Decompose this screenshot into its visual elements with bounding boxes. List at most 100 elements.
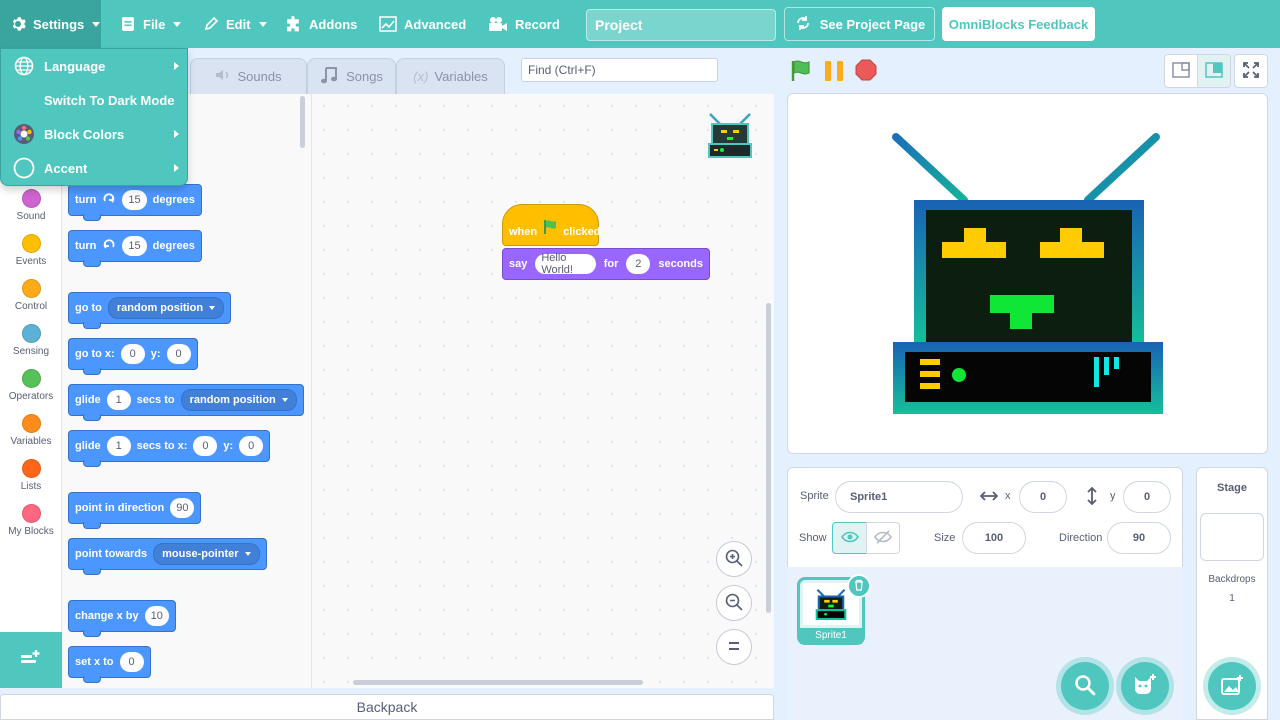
- tab-sounds[interactable]: Sounds: [190, 58, 307, 94]
- degrees-input[interactable]: 15: [122, 236, 147, 256]
- x-position-input[interactable]: 0: [1019, 481, 1067, 513]
- set-x-block[interactable]: set x to 0: [68, 646, 151, 683]
- chevron-down-icon: [209, 306, 216, 310]
- show-sprite-button[interactable]: [832, 522, 867, 554]
- pause-button[interactable]: [822, 60, 846, 85]
- say-message-input[interactable]: Hello World!: [535, 252, 596, 276]
- y-label: y: [1110, 490, 1116, 502]
- glide-to-block[interactable]: glide 1 secs to random position: [68, 384, 304, 421]
- block-text: go to: [75, 302, 102, 314]
- edit-menu-button[interactable]: Edit: [193, 0, 277, 48]
- addons-menu-button[interactable]: Addons: [275, 0, 367, 48]
- category-control[interactable]: Control: [0, 279, 62, 312]
- zoom-in-icon: [724, 548, 744, 571]
- change-x-block[interactable]: change x by 10: [68, 600, 176, 637]
- when-flag-clicked-block[interactable]: when clicked: [502, 204, 600, 246]
- tab-variables[interactable]: (x) Variables: [396, 58, 505, 94]
- chevron-down-icon: [258, 21, 267, 27]
- workspace-vertical-scrollbar[interactable]: [766, 303, 771, 613]
- menu-item-accent[interactable]: Accent: [1, 151, 189, 185]
- direction-input[interactable]: 90: [1107, 522, 1171, 554]
- project-title-input[interactable]: Project: [586, 9, 776, 41]
- point-in-direction-block[interactable]: point in direction 90: [68, 492, 202, 529]
- go-to-dropdown[interactable]: random position: [107, 297, 225, 319]
- secs-input[interactable]: 1: [106, 436, 131, 456]
- my-blocks-category-dot: [21, 504, 41, 523]
- advanced-menu-button[interactable]: Advanced: [369, 0, 476, 48]
- block-text: y:: [223, 440, 234, 452]
- x-value: 0: [1039, 491, 1047, 503]
- category-operators[interactable]: Operators: [0, 369, 62, 402]
- size-input[interactable]: 100: [962, 522, 1026, 554]
- file-menu-button[interactable]: File: [110, 0, 191, 48]
- stop-button[interactable]: [855, 59, 877, 84]
- record-menu-button[interactable]: Record: [478, 0, 570, 48]
- category-my-blocks[interactable]: My Blocks: [0, 504, 62, 537]
- feedback-button[interactable]: OmniBlocks Feedback: [942, 7, 1095, 41]
- menu-item-block-colors[interactable]: Block Colors: [1, 117, 189, 151]
- category-label: Sound: [16, 211, 46, 222]
- go-to-xy-block[interactable]: go to x: 0 y: 0: [68, 338, 198, 375]
- stage-canvas[interactable]: [787, 93, 1268, 454]
- turn-left-block[interactable]: turn 15 degrees: [68, 230, 202, 267]
- sprite-name-input[interactable]: Sprite1: [835, 481, 963, 513]
- see-project-page-button[interactable]: See Project Page: [784, 7, 935, 41]
- music-note-icon: [320, 65, 340, 88]
- tab-songs[interactable]: Songs: [307, 58, 396, 94]
- set-x-input[interactable]: 0: [119, 652, 144, 672]
- category-sound[interactable]: Sound: [0, 189, 62, 222]
- glide-dropdown[interactable]: random position: [180, 389, 297, 411]
- hide-sprite-button[interactable]: [866, 522, 900, 554]
- zoom-reset-button[interactable]: [716, 629, 752, 665]
- point-towards-block[interactable]: point towards mouse-pointer: [68, 538, 267, 575]
- stage-thumbnail[interactable]: [1200, 513, 1264, 561]
- palette-scrollbar[interactable]: [300, 96, 305, 148]
- category-label: Operators: [8, 391, 54, 402]
- category-sensing[interactable]: Sensing: [0, 324, 62, 357]
- size-value: 100: [984, 532, 1004, 544]
- search-sprite-button[interactable]: [1061, 662, 1109, 710]
- zoom-in-button[interactable]: [716, 541, 752, 577]
- category-lists[interactable]: Lists: [0, 459, 62, 492]
- choose-backdrop-button[interactable]: [1208, 662, 1256, 710]
- settings-menu-button[interactable]: Settings: [0, 0, 101, 48]
- workspace-horizontal-scrollbar[interactable]: [353, 680, 643, 685]
- chevron-down-icon: [92, 21, 101, 27]
- menu-item-language[interactable]: Language: [1, 49, 189, 83]
- backpack-bar[interactable]: Backpack: [0, 694, 774, 720]
- find-input[interactable]: Find (Ctrl+F): [521, 58, 718, 82]
- normal-stage-button[interactable]: [1197, 54, 1231, 88]
- code-workspace[interactable]: [312, 94, 774, 688]
- x-input[interactable]: 0: [120, 344, 145, 364]
- x-input[interactable]: 0: [193, 436, 218, 456]
- find-placeholder: Find (Ctrl+F): [528, 63, 596, 77]
- normal-stage-icon: [1205, 61, 1223, 81]
- delete-sprite-button[interactable]: [847, 574, 871, 598]
- y-position-input[interactable]: 0: [1123, 481, 1171, 513]
- menu-item-label: Language: [44, 58, 106, 74]
- point-towards-dropdown[interactable]: mouse-pointer: [153, 543, 260, 565]
- small-stage-button[interactable]: [1164, 54, 1198, 88]
- y-input[interactable]: 0: [239, 436, 264, 456]
- add-extension-button[interactable]: [0, 632, 62, 688]
- say-for-seconds-block[interactable]: say Hello World! for 2 seconds: [502, 248, 710, 280]
- go-to-block[interactable]: go to random position: [68, 292, 232, 329]
- category-variables[interactable]: Variables: [0, 414, 62, 447]
- direction-input[interactable]: 90: [170, 498, 195, 518]
- category-events[interactable]: Events: [0, 234, 62, 267]
- change-x-input[interactable]: 10: [144, 606, 169, 626]
- turn-right-block[interactable]: turn 15 degrees: [68, 184, 202, 221]
- say-seconds-input[interactable]: 2: [626, 254, 651, 274]
- choose-sprite-button[interactable]: [1121, 662, 1169, 710]
- glide-xy-block[interactable]: glide 1 secs to x: 0 y: 0: [68, 430, 271, 467]
- green-flag-button[interactable]: [789, 59, 813, 86]
- menu-item-dark-mode[interactable]: Switch To Dark Mode: [1, 83, 189, 117]
- zoom-out-button[interactable]: [716, 585, 752, 621]
- secs-input[interactable]: 1: [106, 390, 131, 410]
- degrees-input[interactable]: 15: [122, 190, 147, 210]
- chevron-down-icon: [281, 398, 288, 402]
- fullscreen-button[interactable]: [1234, 54, 1268, 88]
- addons-label: Addons: [309, 16, 358, 32]
- y-input[interactable]: 0: [166, 344, 191, 364]
- block-text: glide: [75, 394, 101, 406]
